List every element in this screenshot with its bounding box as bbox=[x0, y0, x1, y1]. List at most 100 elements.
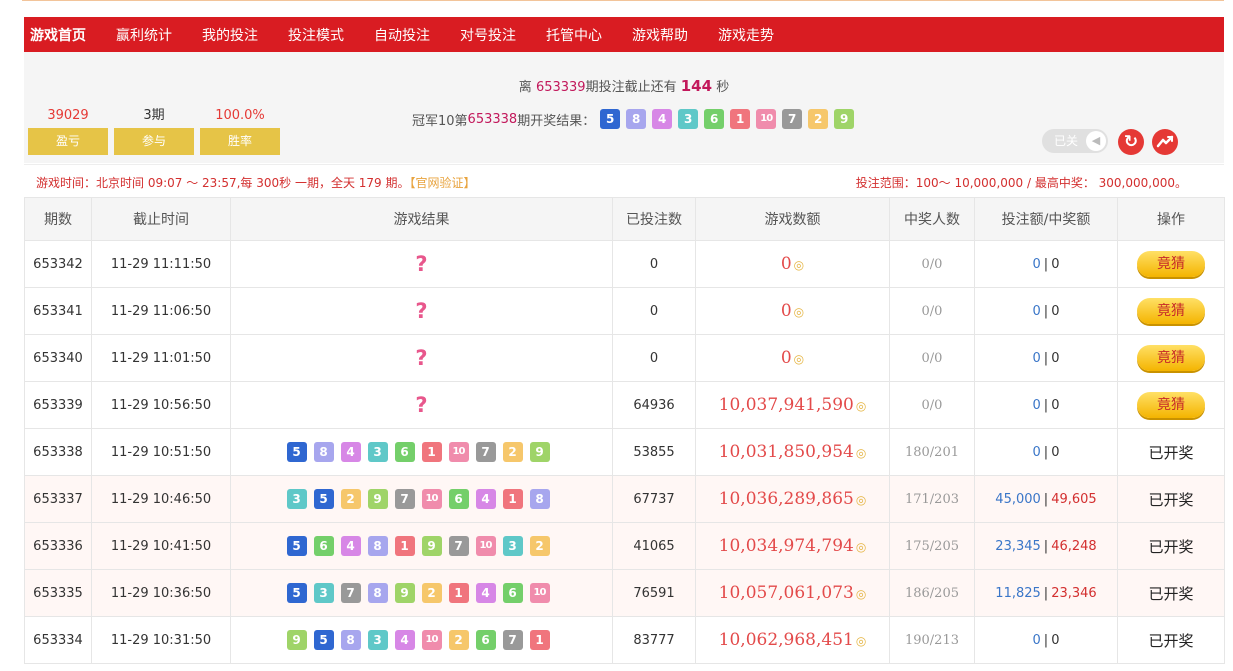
result-balls: 5 6 4 8 1 9 7 10 3 2 bbox=[286, 536, 557, 556]
divider: | bbox=[1043, 256, 1049, 272]
bet-amount: 0 bbox=[1032, 397, 1041, 413]
result-ball: 1 bbox=[502, 489, 523, 509]
issue-cell: 653338 bbox=[24, 428, 92, 476]
coin-icon: ◎ bbox=[793, 305, 805, 319]
result-ball: 7 bbox=[394, 489, 415, 509]
refresh-icon[interactable]: ↻ bbox=[1118, 129, 1144, 155]
divider: | bbox=[1043, 538, 1049, 554]
sound-toggle[interactable]: 已关 ◀ bbox=[1042, 129, 1108, 153]
divider: | bbox=[1043, 632, 1049, 648]
main-nav: 游戏首页 赢利统计 我的投注 投注模式 自动投注 对号投注 托管中心 游戏帮助 游戏走势 bbox=[24, 17, 1224, 52]
bet-win-cell: 0 | 0 bbox=[974, 240, 1118, 288]
countdown-mid: 期投注截止还有 bbox=[585, 80, 677, 95]
result-ball: 8 bbox=[367, 536, 388, 556]
countdown-text: 离 653339期投注截止还有 144 秒 bbox=[24, 76, 1224, 95]
nav-item[interactable]: 托管中心 bbox=[546, 25, 602, 45]
deadline-cell: 11-29 10:46:50 bbox=[91, 475, 231, 523]
guess-button[interactable]: 竟猜 bbox=[1137, 298, 1205, 324]
game-amount-cell: 10,034,974,794 ◎ bbox=[695, 522, 890, 570]
bets-count-cell: 83777 bbox=[612, 616, 696, 664]
guess-button[interactable]: 竟猜 bbox=[1137, 251, 1205, 277]
game-amount-cell: 10,031,850,954 ◎ bbox=[695, 428, 890, 476]
nav-item[interactable]: 游戏帮助 bbox=[632, 25, 688, 45]
win-amount: 0 bbox=[1051, 444, 1060, 460]
bet-amount: 0 bbox=[1032, 303, 1041, 319]
win-amount: 46,248 bbox=[1051, 538, 1097, 554]
verify-link[interactable]: 【官网验证】 bbox=[410, 176, 476, 190]
game-amount-cell: 0 ◎ bbox=[695, 287, 890, 335]
action-cell: 已开奖 bbox=[1117, 428, 1225, 476]
nav-item[interactable]: 游戏走势 bbox=[718, 25, 774, 45]
result-ball: 10 bbox=[421, 630, 442, 650]
issue-cell: 653336 bbox=[24, 522, 92, 570]
game-amount-cell: 10,037,941,590 ◎ bbox=[695, 381, 890, 429]
nav-item[interactable]: 游戏首页 bbox=[30, 25, 86, 45]
stat-participation-label[interactable]: 参与 bbox=[114, 128, 194, 155]
result-ball: 3 bbox=[367, 630, 388, 650]
result-cell: 9 5 8 3 4 10 2 6 7 1 bbox=[230, 616, 613, 664]
bets-count-cell: 64936 bbox=[612, 381, 696, 429]
nav-item[interactable]: 投注模式 bbox=[288, 25, 344, 45]
nav-item[interactable]: 自动投注 bbox=[374, 25, 430, 45]
bets-count-cell: 76591 bbox=[612, 569, 696, 617]
pending-result-cell: ? bbox=[230, 381, 613, 429]
sound-toggle-label: 已关 bbox=[1054, 134, 1079, 148]
stat-winrate-value: 100.0% bbox=[215, 108, 265, 123]
nav-item[interactable]: 我的投注 bbox=[202, 25, 258, 45]
action-cell: 已开奖 bbox=[1117, 475, 1225, 523]
status-panel: 离 653339期投注截止还有 144 秒 39029 盈亏 3期 参与 100… bbox=[24, 52, 1224, 163]
result-ball: 4 bbox=[652, 109, 673, 129]
result-ball: 7 bbox=[448, 536, 469, 556]
result-ball: 6 bbox=[704, 109, 725, 129]
result-ball: 1 bbox=[421, 442, 442, 462]
game-amount-value: 10,037,941,590 bbox=[718, 395, 854, 415]
game-amount-value: 10,036,289,865 bbox=[718, 489, 854, 509]
guess-button[interactable]: 竟猜 bbox=[1137, 345, 1205, 371]
winners-cell: 180/201 bbox=[889, 428, 975, 476]
stat-participation: 3期 参与 bbox=[114, 106, 194, 155]
game-amount-cell: 0 ◎ bbox=[695, 334, 890, 382]
issue-cell: 653334 bbox=[24, 616, 92, 664]
game-amount-value: 10,062,968,451 bbox=[718, 630, 854, 650]
opened-status: 已开奖 bbox=[1148, 584, 1194, 603]
action-cell: 竟猜 bbox=[1117, 381, 1225, 429]
schedule-text: 游戏时间：北京时间 09:07 ～ 23:57,每 300秒 一期，全天 179… bbox=[36, 174, 476, 191]
nav-item[interactable]: 对号投注 bbox=[460, 25, 516, 45]
nav-item[interactable]: 赢利统计 bbox=[116, 25, 172, 45]
bets-count-cell: 67737 bbox=[612, 475, 696, 523]
bets-count-cell: 0 bbox=[612, 287, 696, 335]
result-ball: 4 bbox=[475, 583, 496, 603]
bet-win-cell: 0 | 0 bbox=[974, 616, 1118, 664]
bet-amount: 0 bbox=[1032, 256, 1041, 272]
result-balls: 9 5 8 3 4 10 2 6 7 1 bbox=[286, 630, 557, 650]
winners-cell: 175/205 bbox=[889, 522, 975, 570]
guess-button[interactable]: 竟猜 bbox=[1137, 392, 1205, 418]
issue-cell: 653342 bbox=[24, 240, 92, 288]
bet-win-cell: 11,825 | 23,346 bbox=[974, 569, 1118, 617]
result-ball: 1 bbox=[394, 536, 415, 556]
action-cell: 竟猜 bbox=[1117, 334, 1225, 382]
win-amount: 0 bbox=[1051, 632, 1060, 648]
deadline-cell: 11-29 10:56:50 bbox=[91, 381, 231, 429]
result-ball: 9 bbox=[286, 630, 307, 650]
winners-cell: 0/0 bbox=[889, 240, 975, 288]
table-row: 653341 11-29 11:06:50? 0 0 ◎ 0/0 0 | 0 竟猜 bbox=[24, 287, 1225, 335]
win-amount: 0 bbox=[1051, 397, 1060, 413]
table-row: 653337 11-29 10:46:50 3 5 2 9 7 10 6 4 1 8 67737 10,0… bbox=[24, 475, 1225, 523]
result-balls: 5 8 4 3 6 1 10 7 2 9 bbox=[286, 442, 557, 462]
table-row: 653335 11-29 10:36:50 5 3 7 8 9 2 1 4 6 10 76591 10,0… bbox=[24, 569, 1225, 617]
divider: | bbox=[1043, 397, 1049, 413]
bet-amount: 0 bbox=[1032, 350, 1041, 366]
column-header: 投注额/中奖额 bbox=[974, 197, 1118, 241]
stat-profit-label[interactable]: 盈亏 bbox=[28, 128, 108, 155]
coin-icon: ◎ bbox=[855, 493, 867, 507]
result-ball: 5 bbox=[313, 630, 334, 650]
result-ball: 2 bbox=[340, 489, 361, 509]
table-row: 653334 11-29 10:31:50 9 5 8 3 4 10 2 6 7 1 83777 10,0… bbox=[24, 616, 1225, 664]
deadline-cell: 11-29 11:11:50 bbox=[91, 240, 231, 288]
result-ball: 5 bbox=[286, 442, 307, 462]
result-cell: 5 6 4 8 1 9 7 10 3 2 bbox=[230, 522, 613, 570]
stat-winrate-label[interactable]: 胜率 bbox=[200, 128, 280, 155]
table-row: 653338 11-29 10:51:50 5 8 4 3 6 1 10 7 2 9 53855 10,0… bbox=[24, 428, 1225, 476]
trend-icon[interactable] bbox=[1152, 129, 1178, 155]
